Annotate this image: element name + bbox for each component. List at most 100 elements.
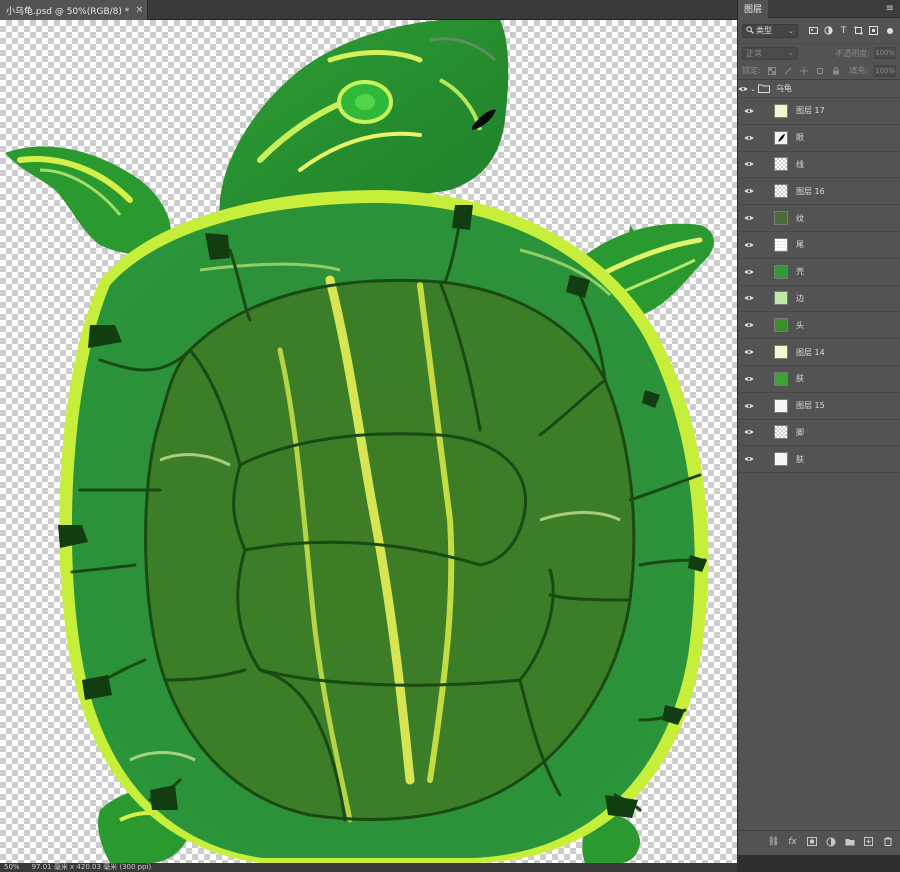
layer-name: 头 bbox=[796, 320, 804, 330]
visibility-eye-icon[interactable] bbox=[738, 215, 760, 221]
adjustment-icon[interactable] bbox=[825, 836, 836, 847]
layer-row[interactable]: 眼 bbox=[738, 125, 900, 152]
layer-name: 线 bbox=[796, 159, 804, 169]
visibility-eye-icon[interactable] bbox=[738, 403, 760, 409]
layer-group-name: 乌龟 bbox=[776, 84, 792, 93]
opacity-label: 不透明度: bbox=[835, 48, 870, 58]
type-filter-icon[interactable]: T bbox=[838, 25, 849, 36]
layer-row[interactable]: 图层 17 bbox=[738, 98, 900, 125]
layer-thumbnail[interactable] bbox=[774, 103, 788, 118]
blend-mode-select[interactable]: 正常 ⌄ bbox=[742, 46, 798, 60]
blend-row: 正常 ⌄ 不透明度: 100% bbox=[738, 44, 900, 62]
layer-thumbnail[interactable] bbox=[774, 452, 788, 467]
visibility-eye-icon[interactable] bbox=[738, 80, 748, 98]
pixel-filter-icon[interactable] bbox=[808, 25, 819, 36]
blend-mode-value: 正常 bbox=[746, 48, 762, 58]
layer-thumbnail[interactable] bbox=[774, 291, 788, 306]
layer-thumbnail[interactable] bbox=[774, 157, 788, 172]
visibility-eye-icon[interactable] bbox=[738, 429, 760, 435]
adjustment-filter-icon[interactable] bbox=[823, 25, 834, 36]
layer-thumbnail[interactable] bbox=[774, 184, 788, 199]
filter-type-label: 类型 bbox=[756, 26, 772, 35]
layer-name: 肤 bbox=[796, 454, 804, 464]
lock-move-icon[interactable] bbox=[799, 66, 809, 76]
layer-name: 尾 bbox=[796, 240, 804, 250]
lock-brush-icon[interactable] bbox=[783, 66, 793, 76]
fill-field[interactable]: 100% bbox=[874, 64, 896, 77]
filter-toggle[interactable] bbox=[887, 27, 893, 34]
layer-name: 肤 bbox=[796, 374, 804, 384]
layer-row[interactable]: 脚 bbox=[738, 420, 900, 447]
layer-thumbnail[interactable] bbox=[774, 264, 788, 279]
visibility-eye-icon[interactable] bbox=[738, 295, 760, 301]
search-icon bbox=[746, 25, 754, 36]
folder-icon bbox=[758, 84, 770, 93]
layer-thumbnail[interactable] bbox=[774, 211, 788, 226]
canvas[interactable] bbox=[0, 20, 737, 863]
visibility-eye-icon[interactable] bbox=[738, 161, 760, 167]
close-icon[interactable]: ✕ bbox=[135, 5, 143, 16]
tab-layers[interactable]: 图层 bbox=[738, 0, 769, 18]
layer-name: 图层 16 bbox=[796, 186, 825, 196]
document-size: 97.01 毫米 x 420.03 毫米 (300 ppi) bbox=[31, 863, 152, 871]
document-tab-bar: 小乌龟.psd @ 50%(RGB/8) * ✕ bbox=[0, 0, 737, 20]
layer-row[interactable]: 肤 bbox=[738, 366, 900, 393]
document-tab[interactable]: 小乌龟.psd @ 50%(RGB/8) * ✕ bbox=[0, 0, 148, 20]
visibility-eye-icon[interactable] bbox=[738, 456, 760, 462]
visibility-eye-icon[interactable] bbox=[738, 269, 760, 275]
opacity-field[interactable]: 100% bbox=[874, 47, 896, 59]
folder-icon[interactable] bbox=[844, 836, 855, 847]
lock-all-icon[interactable] bbox=[831, 66, 841, 76]
layer-thumbnail[interactable] bbox=[774, 345, 788, 360]
visibility-eye-icon[interactable] bbox=[738, 376, 760, 382]
zoom-level[interactable]: 50% bbox=[4, 863, 20, 872]
smart-object-filter-icon[interactable] bbox=[868, 25, 879, 36]
visibility-eye-icon[interactable] bbox=[738, 188, 760, 194]
layer-row[interactable]: 肤 bbox=[738, 446, 900, 474]
turtle-shell bbox=[58, 190, 709, 863]
layer-row[interactable]: 图层 16 bbox=[738, 178, 900, 206]
mask-icon[interactable] bbox=[806, 836, 817, 847]
layer-thumbnail[interactable] bbox=[774, 398, 788, 413]
fx-icon[interactable]: fx bbox=[787, 836, 798, 847]
visibility-eye-icon[interactable] bbox=[738, 135, 760, 141]
layer-thumbnail[interactable] bbox=[774, 318, 788, 333]
visibility-eye-icon[interactable] bbox=[738, 242, 760, 248]
chevron-down-icon[interactable]: ⌄ bbox=[748, 85, 758, 93]
new-layer-icon[interactable] bbox=[863, 836, 874, 847]
layer-name: 壳 bbox=[796, 267, 804, 277]
layer-name: 图层 14 bbox=[796, 347, 825, 357]
layer-thumbnail[interactable] bbox=[774, 425, 788, 440]
layer-thumbnail[interactable] bbox=[774, 237, 788, 252]
layer-list: ⌄ 乌龟 图层 17 眼线图层 16 纹尾壳边头图层 14 肤图层 15 脚肤 bbox=[738, 80, 900, 474]
lock-row: 锁定: 填充: 100% bbox=[738, 62, 900, 80]
visibility-eye-icon[interactable] bbox=[738, 322, 760, 328]
shape-filter-icon[interactable] bbox=[853, 25, 864, 36]
panel-header: 图层 ≡ bbox=[738, 0, 900, 18]
lock-label: 锁定: bbox=[742, 66, 761, 75]
layer-group-row[interactable]: ⌄ 乌龟 bbox=[738, 80, 900, 98]
layer-row[interactable]: 图层 15 bbox=[738, 393, 900, 420]
layer-thumbnail[interactable] bbox=[774, 130, 788, 145]
layer-row[interactable]: 纹 bbox=[738, 205, 900, 232]
layer-row[interactable]: 边 bbox=[738, 286, 900, 313]
layer-filter-row: 类型 ⌄ T bbox=[738, 18, 900, 44]
layer-row[interactable]: 头 bbox=[738, 312, 900, 340]
layer-row[interactable]: 线 bbox=[738, 152, 900, 179]
layer-row[interactable]: 图层 14 bbox=[738, 339, 900, 366]
lock-artboard-icon[interactable] bbox=[815, 66, 825, 76]
layer-name: 眼 bbox=[796, 133, 804, 143]
layer-thumbnail[interactable] bbox=[774, 371, 788, 386]
layer-filter-select[interactable]: 类型 ⌄ bbox=[742, 23, 798, 38]
link-icon[interactable]: ⛓ bbox=[768, 836, 779, 847]
turtle-head bbox=[219, 20, 509, 220]
layer-name: 图层 17 bbox=[796, 106, 825, 116]
panel-menu-icon[interactable]: ≡ bbox=[886, 3, 894, 14]
layer-row[interactable]: 尾 bbox=[738, 232, 900, 259]
visibility-eye-icon[interactable] bbox=[738, 349, 760, 355]
visibility-eye-icon[interactable] bbox=[738, 108, 760, 114]
layer-row[interactable]: 壳 bbox=[738, 259, 900, 286]
lock-transparent-icon[interactable] bbox=[767, 66, 777, 76]
panel-footer: ⛓ fx bbox=[738, 830, 900, 852]
trash-icon[interactable] bbox=[882, 836, 893, 847]
